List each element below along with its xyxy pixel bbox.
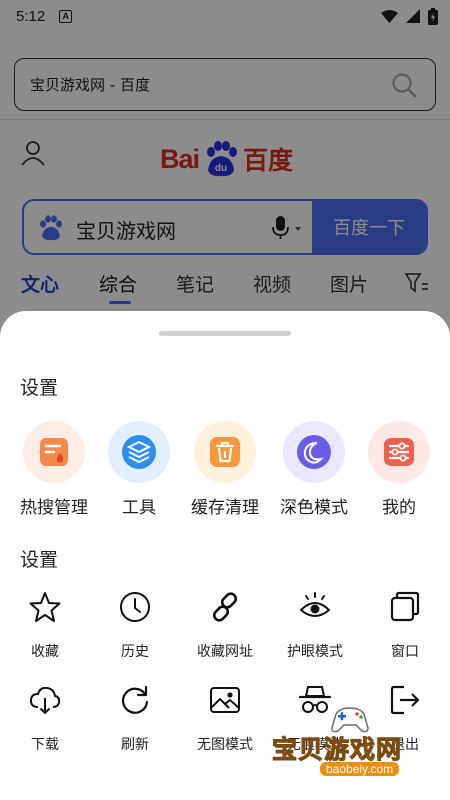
windows-button[interactable]: 窗口 [360, 590, 450, 661]
watermark-url: baobeiy.com [320, 762, 400, 776]
featured-label: 我的 [382, 498, 416, 518]
star-icon [29, 592, 61, 622]
download-button[interactable]: 下载 [0, 683, 90, 754]
tools-button[interactable]: 工具 [94, 421, 184, 518]
tools-icon [108, 421, 170, 483]
grid-label: 护眼模式 [287, 644, 343, 660]
favorites-button[interactable]: 收藏 [0, 590, 90, 661]
grid-label: 窗口 [391, 644, 419, 660]
bookmark-url-button[interactable]: 收藏网址 [180, 590, 270, 661]
grid-label: 刷新 [121, 737, 149, 753]
grid-label: 无图模式 [197, 737, 253, 753]
link-icon [212, 592, 238, 622]
section-title: 设置 [20, 549, 59, 571]
drag-handle[interactable] [159, 331, 291, 336]
refresh-icon [121, 685, 149, 714]
history-button[interactable]: 历史 [90, 590, 180, 661]
eye-care-button[interactable]: 护眼模式 [270, 590, 360, 661]
hot-search-icon [23, 421, 85, 483]
image-icon [210, 687, 240, 713]
eye-icon [299, 592, 331, 617]
mine-button[interactable]: 我的 [354, 421, 444, 518]
featured-label: 深色模式 [280, 498, 348, 518]
grid-label: 收藏网址 [197, 644, 253, 660]
grid-label: 收藏 [31, 644, 59, 660]
featured-label: 热搜管理 [20, 498, 88, 518]
hot-search-manage-button[interactable]: 热搜管理 [9, 421, 99, 518]
clock-icon [120, 592, 150, 622]
grid-label: 历史 [121, 644, 149, 660]
watermark: 宝贝游戏网 baobeiy.com [268, 706, 428, 784]
watermark-text: 宝贝游戏网 [271, 735, 403, 765]
featured-label: 工具 [122, 498, 156, 518]
grid-label: 下载 [31, 737, 59, 753]
trash-icon [194, 421, 256, 483]
windows-icon [390, 591, 420, 622]
moon-icon [283, 421, 345, 483]
sliders-icon [368, 421, 430, 483]
featured-label: 缓存清理 [191, 498, 259, 518]
no-image-mode-button[interactable]: 无图模式 [180, 683, 270, 754]
cache-clean-button[interactable]: 缓存清理 [180, 421, 270, 518]
refresh-button[interactable]: 刷新 [90, 683, 180, 754]
cloud-download-icon [29, 686, 61, 715]
dark-mode-button[interactable]: 深色模式 [269, 421, 359, 518]
section-title: 设置 [20, 377, 59, 399]
